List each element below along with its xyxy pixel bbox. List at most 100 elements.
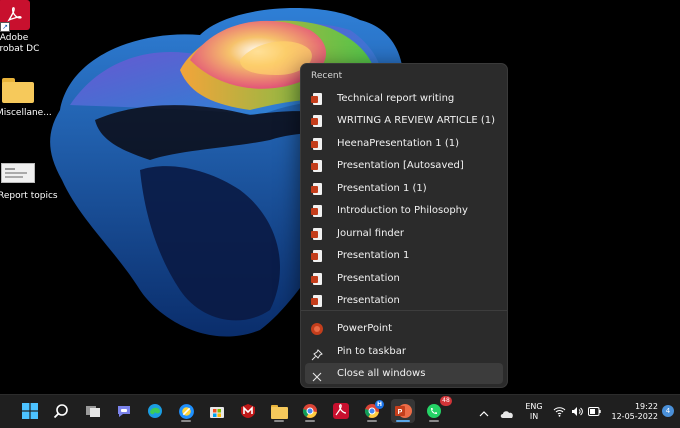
show-hidden-icons-button[interactable] <box>478 405 490 417</box>
recent-heading: Recent <box>311 71 343 81</box>
notification-badge: 48 <box>440 396 452 406</box>
mcafee-button[interactable] <box>236 399 260 423</box>
network-volume-battery-group[interactable] <box>553 404 603 418</box>
recent-item-label: WRITING A REVIEW ARTICLE (1) <box>337 115 496 126</box>
browser-app-button[interactable] <box>174 399 198 423</box>
recent-item[interactable]: Presentation <box>305 268 503 289</box>
recent-item-label: Presentation <box>337 295 400 306</box>
edge-icon <box>148 404 162 418</box>
pptx-file-icon <box>311 272 323 285</box>
pin-icon <box>311 346 323 360</box>
task-view-button[interactable] <box>81 399 105 423</box>
acrobat-button[interactable] <box>329 399 353 423</box>
recent-item-label: Presentation [Autosaved] <box>337 160 464 171</box>
recent-item[interactable]: HeenaPresentation 1 (1) <box>305 133 503 154</box>
teams-chat-button[interactable] <box>112 399 136 423</box>
browser-app-icon <box>178 403 194 419</box>
onedrive-button[interactable] <box>500 405 514 418</box>
language-code: ENG <box>525 402 543 411</box>
chat-icon <box>118 406 130 417</box>
document-thumbnail-icon <box>1 163 35 183</box>
app-label: PowerPoint <box>337 323 393 334</box>
folder-icon <box>2 78 34 103</box>
running-indicator <box>305 420 315 422</box>
recent-item-label: Presentation <box>337 273 400 284</box>
whatsapp-button[interactable]: 48 <box>422 396 452 423</box>
running-indicator <box>181 420 191 422</box>
pptx-file-icon <box>311 204 323 217</box>
recent-item-label: Technical report writing <box>337 93 455 104</box>
chrome-icon <box>302 404 317 418</box>
close-label: Close all windows <box>337 368 426 379</box>
jump-list-divider <box>301 310 507 311</box>
powerpoint-button[interactable]: P <box>391 399 415 423</box>
desktop-icon-label: Miscellane... <box>0 108 52 118</box>
recent-item[interactable]: Presentation 1 <box>305 245 503 266</box>
pin-label: Pin to taskbar <box>337 346 406 357</box>
pptx-file-icon <box>311 114 323 127</box>
pptx-file-icon <box>311 294 323 307</box>
open-powerpoint-item[interactable]: PowerPoint <box>305 318 503 339</box>
close-all-windows-item[interactable]: Close all windows <box>305 363 503 384</box>
language-indicator[interactable]: ENG IN <box>522 402 546 422</box>
desktop-icon-report-topics[interactable]: Report topics <box>0 163 58 202</box>
clock[interactable]: 19:22 12-05-2022 <box>610 402 659 422</box>
svg-text:P: P <box>397 409 402 416</box>
desktop-icon-folder[interactable]: Miscellane... <box>0 78 52 119</box>
powerpoint-jump-list: Recent Technical report writing WRITING … <box>300 63 508 388</box>
desktop-icon-label: Report topics <box>0 191 58 201</box>
chrome-profile-button[interactable]: H <box>360 399 384 423</box>
recent-item-label: Journal finder <box>337 228 405 239</box>
running-indicator <box>367 420 377 422</box>
running-indicator <box>274 420 284 422</box>
running-indicator <box>396 420 410 422</box>
region-code: IN <box>529 412 539 421</box>
desktop-icon-label-2: Acrobat DC <box>0 44 40 54</box>
recent-item[interactable]: Presentation [Autosaved] <box>305 155 503 176</box>
edge-button[interactable] <box>143 399 167 423</box>
taskbar: H P 48 ENG IN 19:22 12-05-2022 4 <box>0 394 680 428</box>
folder-icon <box>270 404 288 419</box>
battery-icon <box>588 406 601 416</box>
notification-count: 4 <box>665 407 671 415</box>
acrobat-icon <box>333 403 349 419</box>
clock-time: 19:22 <box>634 402 658 411</box>
shortcut-arrow-icon: ↗ <box>0 22 10 32</box>
pptx-file-icon <box>311 137 323 150</box>
recent-item[interactable]: Presentation <box>305 290 503 311</box>
volume-icon <box>572 406 583 416</box>
task-view-icon <box>86 406 100 417</box>
recent-item[interactable]: WRITING A REVIEW ARTICLE (1) <box>305 110 503 131</box>
clock-date: 12-05-2022 <box>611 412 659 421</box>
microsoft-store-button[interactable] <box>205 399 229 423</box>
cloud-icon <box>500 411 513 418</box>
recent-item[interactable]: Journal finder <box>305 223 503 244</box>
chrome-button[interactable] <box>298 399 322 423</box>
pptx-file-icon <box>311 92 323 105</box>
recent-item-label: Introduction to Philosophy <box>337 205 468 216</box>
file-explorer-button[interactable] <box>267 399 291 423</box>
desktop-icon-label: Adobe <box>0 33 29 43</box>
close-icon <box>311 368 323 381</box>
pptx-file-icon <box>311 159 323 172</box>
recent-item-label: Presentation 1 <box>337 250 410 261</box>
recent-item-label: Presentation 1 (1) <box>337 183 427 194</box>
wifi-icon <box>553 406 566 417</box>
powerpoint-icon: P <box>394 404 412 418</box>
pptx-file-icon <box>311 182 323 195</box>
search-icon <box>53 404 68 419</box>
pin-to-taskbar-item[interactable]: Pin to taskbar <box>305 341 503 362</box>
pptx-file-icon <box>311 227 323 240</box>
running-indicator <box>429 420 439 422</box>
notification-center-button[interactable]: 4 <box>662 405 674 417</box>
start-button[interactable] <box>18 399 42 423</box>
whatsapp-icon <box>427 404 441 418</box>
recent-item[interactable]: Technical report writing <box>305 88 503 109</box>
search-button[interactable] <box>49 399 73 423</box>
chevron-up-icon <box>479 411 489 417</box>
recent-item[interactable]: Introduction to Philosophy <box>305 200 503 221</box>
recent-item-label: HeenaPresentation 1 (1) <box>337 138 459 149</box>
mcafee-icon <box>241 404 255 418</box>
recent-item[interactable]: Presentation 1 (1) <box>305 178 503 199</box>
desktop-icon-acrobat[interactable]: ↗ Adobe Acrobat DC <box>0 0 46 55</box>
